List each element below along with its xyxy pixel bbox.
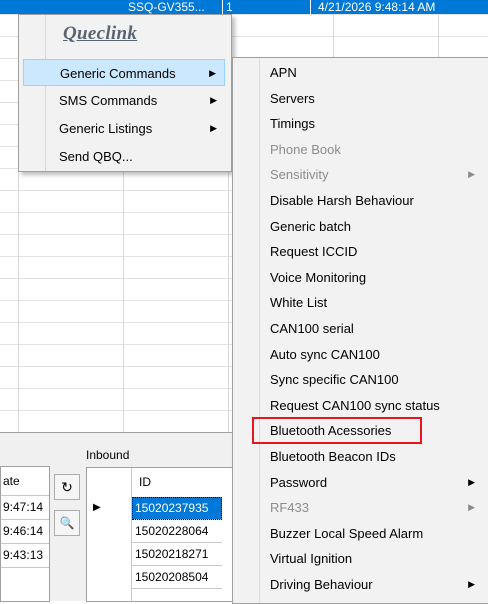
row-header-column	[87, 468, 132, 601]
outbound-grid[interactable]: ate 9:47:14 9:46:14 9:43:13	[0, 466, 50, 602]
context-menu: Queclink Generic Commands ▶ SMS Commands…	[18, 14, 232, 172]
submenu-item-label: Sensitivity	[270, 167, 329, 183]
menu-item-label: Generic Listings	[59, 121, 153, 136]
submenu-item-label: Disable Harsh Behaviour	[270, 193, 414, 208]
submenu-item-bluetooth-beacon-ids[interactable]: Bluetooth Beacon IDs	[237, 444, 487, 469]
submenu-item-voice-monitoring[interactable]: Voice Monitoring	[237, 265, 487, 290]
submenu-item-label: Virtual Ignition	[270, 551, 353, 567]
menu-item-label: Send QBQ...	[59, 149, 133, 164]
submenu-item-request-iccid[interactable]: Request ICCID	[237, 239, 487, 264]
submenu-item-label: Driving Behaviour	[270, 577, 373, 592]
submenu-item-label: APN	[270, 65, 297, 80]
submenu-item-label: Password	[270, 474, 328, 490]
submenu-item-white-list[interactable]: White List	[237, 290, 487, 315]
menu-item-generic-commands[interactable]: Generic Commands ▶	[23, 59, 225, 86]
submenu-item-label: Bluetooth Beacon IDs	[270, 449, 396, 464]
inbound-grid[interactable]: ID ▶ 15020237935 15020228064 15020218271…	[86, 467, 238, 602]
table-row[interactable]: 9:46:14	[1, 520, 49, 544]
date-column-header[interactable]: ate	[1, 467, 49, 496]
submenu-item-label: Auto sync CAN100	[270, 346, 380, 362]
submenu-item-label: Voice Monitoring	[270, 269, 367, 285]
submenu-item-generic-batch[interactable]: Generic batch	[237, 214, 487, 239]
submenu-item-rf433: RF433 ▶	[237, 495, 487, 520]
id-column-header[interactable]: ID	[131, 468, 151, 496]
zoom-icon: 🔍	[59, 516, 75, 530]
submenu-item-can100-serial[interactable]: CAN100 serial	[237, 316, 487, 341]
refresh-icon: ↻	[61, 479, 73, 495]
submenu-item-label: CAN100 serial	[270, 321, 354, 336]
submenu-item-auto-sync-can100[interactable]: Auto sync CAN100	[237, 342, 487, 367]
submenu-arrow-icon: ▶	[210, 95, 217, 105]
submenu-item-sensitivity: Sensitivity ▶	[237, 162, 487, 187]
column-separator	[310, 0, 311, 14]
submenu-item-disable-harsh-behaviour[interactable]: Disable Harsh Behaviour	[237, 188, 487, 213]
annotation-highlight-box	[252, 417, 422, 444]
submenu-arrow-icon: ▶	[210, 123, 217, 133]
selected-grid-row[interactable]: SSQ-GV355... 1 4/21/2026 9:48:14 AM	[0, 0, 488, 14]
row-count: 1	[226, 0, 233, 14]
table-row[interactable]: 15020228064	[132, 520, 222, 543]
submenu-item-label: Sync specific CAN100	[270, 372, 399, 388]
submenu-item-phone-book: Phone Book	[237, 137, 487, 162]
submenu-item-label: Request ICCID	[270, 244, 358, 260]
menu-item-sms-commands[interactable]: SMS Commands ▶	[23, 87, 225, 114]
submenu-item-timings[interactable]: Timings	[237, 111, 487, 136]
search-button[interactable]: 🔍	[54, 510, 80, 536]
menu-item-label: SMS Commands	[59, 93, 158, 108]
inbound-label: Inbound	[86, 448, 130, 462]
row-datetime: 4/21/2026 9:48:14 AM	[318, 0, 436, 14]
submenu-arrow-icon: ▶	[468, 502, 475, 513]
submenu-item-password[interactable]: Password ▶	[237, 470, 487, 495]
table-row[interactable]: 9:43:13	[1, 544, 49, 568]
submenu-item-sync-specific-can100[interactable]: Sync specific CAN100	[237, 367, 487, 392]
menu-item-label: Generic Commands	[60, 66, 176, 81]
current-row-indicator-icon: ▶	[93, 502, 101, 513]
submenu-item-label: White List	[270, 295, 328, 311]
submenu-arrow-icon: ▶	[468, 476, 475, 487]
submenu-item-label: Buzzer Local Speed Alarm	[270, 525, 424, 541]
submenu-item-label: RF433	[270, 500, 310, 516]
submenu-item-apn[interactable]: APN	[237, 60, 487, 85]
submenu-item-label: Phone Book	[270, 141, 341, 157]
submenu-item-label: Servers	[270, 90, 315, 106]
submenu-item-driving-behaviour[interactable]: Driving Behaviour ▶	[237, 572, 487, 597]
table-row[interactable]: 15020208504	[132, 566, 222, 589]
generic-commands-submenu: APN Servers Timings Phone Book Sensitivity ▶ D…	[232, 57, 488, 604]
table-row[interactable]: 15020237935	[132, 497, 222, 520]
queclink-logo: Queclink	[63, 23, 138, 44]
submenu-item-request-can100-sync-status[interactable]: Request CAN100 sync status	[237, 393, 487, 418]
column-separator	[222, 0, 223, 14]
submenu-item-label: Request CAN100 sync status	[270, 397, 440, 413]
submenu-item-servers[interactable]: Servers	[237, 86, 487, 111]
menu-item-generic-listings[interactable]: Generic Listings ▶	[23, 115, 225, 142]
menu-item-send-qbq[interactable]: Send QBQ...	[23, 143, 225, 170]
submenu-arrow-icon: ▶	[209, 68, 216, 78]
refresh-button[interactable]: ↻	[54, 474, 80, 500]
submenu-item-label: Timings	[270, 116, 316, 132]
row-device: SSQ-GV355...	[128, 0, 205, 14]
submenu-item-buzzer-local-speed-alarm[interactable]: Buzzer Local Speed Alarm	[237, 521, 487, 546]
table-row[interactable]: 9:47:14	[1, 496, 49, 520]
submenu-arrow-icon: ▶	[468, 169, 475, 180]
submenu-arrow-icon: ▶	[468, 579, 475, 589]
submenu-item-virtual-ignition[interactable]: Virtual Ignition	[237, 546, 487, 571]
submenu-item-label: Generic batch	[270, 218, 351, 234]
table-row[interactable]: 15020218271	[132, 543, 222, 566]
